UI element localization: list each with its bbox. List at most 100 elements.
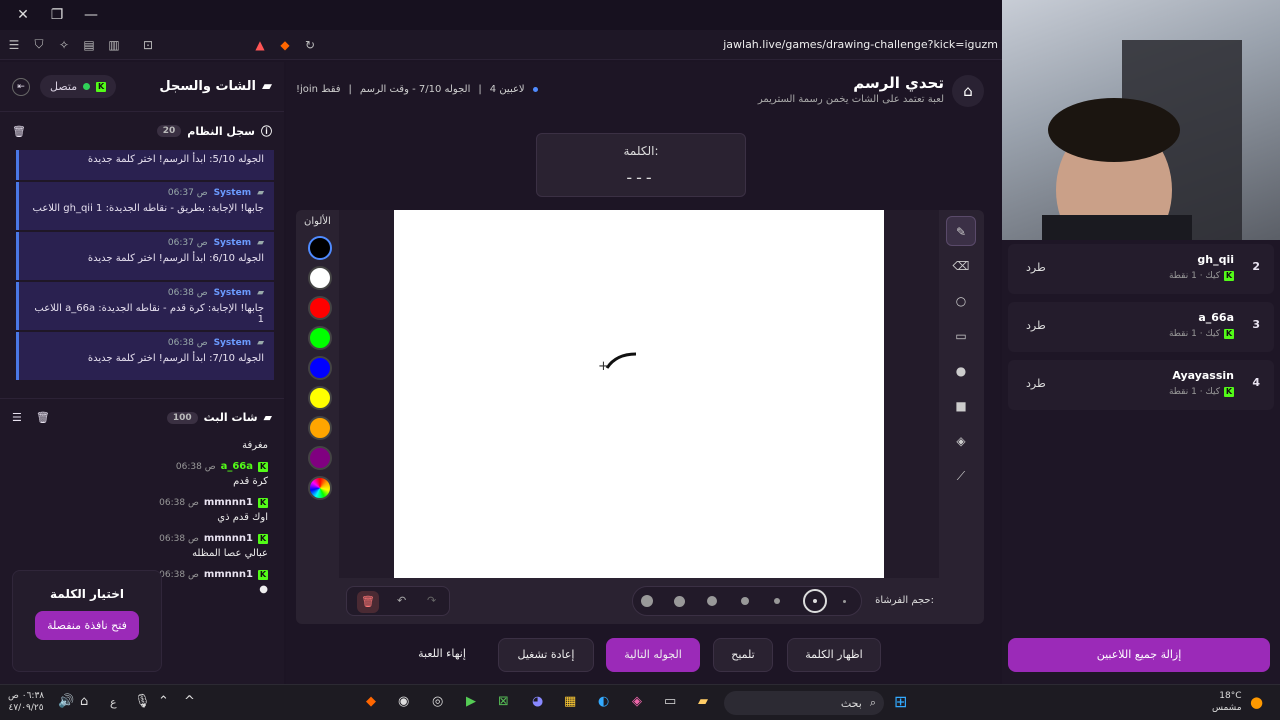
taskview-icon[interactable]: ▭ [664,694,676,709]
weather-label[interactable]: مشمس [1212,703,1242,713]
kick-player-button[interactable]: طرد [1026,377,1046,390]
system-log-list[interactable]: الجوله 5/10: ابدأ الرسم! اختر كلمة جديدة… [0,150,284,398]
join-info: !join فقط [296,84,341,95]
circle-icon[interactable]: ○ [946,286,976,316]
game-title: تحدي الرسم [853,74,944,92]
color-swatch[interactable] [308,326,332,350]
color-swatch[interactable] [308,296,332,320]
drawing-canvas[interactable]: + [394,210,884,578]
undo-icon[interactable]: ↶ [397,594,406,607]
redo-icon[interactable]: ↷ [427,594,436,607]
remove-all-players-button[interactable]: إزالة جميع اللاعبين [1008,638,1270,672]
end-game-button[interactable]: إنهاء اللعبة [402,638,482,672]
message-user[interactable]: mmnnn1 [204,497,253,508]
brush-size-option[interactable] [641,595,653,607]
filled-rectangle-icon[interactable]: ■ [946,391,976,421]
hidden-icons-icon[interactable]: ⌃ [158,694,169,709]
kick-player-button[interactable]: طرد [1026,319,1046,332]
brave-shield-icon[interactable]: ◆ [274,38,296,52]
message-user[interactable]: a_66a [221,461,253,472]
brush-size-option[interactable] [741,597,749,605]
filter-icon[interactable]: ☰ [12,411,22,424]
players-panel: 2 gh_qii كيك · 1 نقطة K طرد 3 a_66a كيك ·… [1002,240,1280,684]
chat-message: 06:38 ص mmnnn1 K اوك قدم ذي [16,497,268,523]
microphone-icon[interactable]: 🎙 [134,694,151,709]
restore-icon[interactable]: ❐ [46,7,68,23]
brush-size-option[interactable] [774,598,780,604]
status-dot [532,87,538,92]
office-icon[interactable]: ◈ [632,694,642,709]
color-swatch[interactable] [308,386,332,410]
trash-icon[interactable]: 🗑 [36,411,50,424]
sidebar-icon[interactable]: ▥ [103,38,125,52]
fill-bucket-icon[interactable]: ◈ [946,426,976,456]
kick-app-icon[interactable]: ▶ [466,694,476,709]
cursor-icon: + [598,359,609,374]
language-indicator[interactable]: ع [110,696,117,709]
collapse-panel-icon[interactable]: ⇤ [12,77,30,96]
edge-icon[interactable]: ◐ [598,694,609,709]
screenshot-icon[interactable]: ⊡ [137,38,159,52]
clock-time[interactable]: ٠٦:٣٨ ص [8,691,44,701]
color-swatch[interactable] [308,356,332,380]
network-icon[interactable]: ⌂ [80,694,88,709]
kick-player-button[interactable]: طرد [1026,261,1046,274]
open-window-button[interactable]: فتح نافذة منفصلة [35,611,139,640]
kick-icon: K [258,497,268,508]
rectangle-icon[interactable]: ▭ [946,321,976,351]
log-item: 06:38 ص System ▰ الجوله 7/10: ابدأ الرسم! ا… [16,332,274,380]
discord-icon[interactable]: ◕ [532,694,543,709]
xbox-icon[interactable]: ⊠ [498,694,509,709]
obs-icon[interactable]: ◎ [432,694,443,709]
round-info: الجوله 7/10 - وقت الرسم [359,84,471,95]
color-swatch[interactable] [308,446,332,470]
connection-status: متصل K [40,75,117,98]
clear-canvas-icon[interactable]: 🗑 [357,591,379,613]
address-bar[interactable]: jawlah.live/games/drawing-challenge?kick… [723,38,998,51]
log-text: الجوله 5/10: ابدأ الرسم! اختر كلمة جديدة [87,154,264,165]
message-user[interactable]: mmnnn1 [204,569,253,580]
store-icon[interactable]: ▦ [564,694,576,709]
brush-size-option[interactable] [674,596,685,607]
steam-icon[interactable]: ◉ [398,694,409,709]
weather-sun-icon[interactable]: ● [1250,693,1263,711]
pencil-icon[interactable]: ✎ [946,216,976,246]
search-box[interactable]: بحث ⌕ [724,691,884,715]
brave-rewards-icon[interactable]: ▲ [249,38,271,52]
filled-circle-icon[interactable]: ● [946,356,976,386]
reload-icon[interactable]: ↻ [299,38,321,52]
start-icon[interactable]: ⊞ [894,692,907,711]
minimize-icon[interactable]: — [80,7,102,23]
extensions-icon[interactable]: ✧ [53,38,75,52]
player-meta: كيك · 1 نقطة [1168,329,1220,339]
weather-temp[interactable]: 18°C [1219,691,1241,701]
eraser-icon[interactable]: ⌫ [946,251,976,281]
shield-icon[interactable]: ⛉ [28,37,50,52]
game-subtitle: لعبة تعتمد على الشات يخمن رسمة الستريمر [757,94,944,105]
tabs-icon[interactable]: ▤ [78,38,100,52]
menu-icon[interactable]: ☰ [3,38,25,52]
color-swatch[interactable] [308,236,332,260]
log-sender: System [213,288,252,298]
restart-button[interactable]: إعادة تشغيل [498,638,594,672]
brave-icon[interactable]: ◆ [366,694,376,709]
reveal-word-button[interactable]: اظهار الكلمة [787,638,881,672]
color-picker-icon[interactable] [308,476,332,500]
clock-date[interactable]: ٤٧/٠٩/٢٥ [9,703,44,713]
brush-size-label: حجم الفرشاة: [875,595,934,606]
hint-button[interactable]: تلميح [713,638,773,672]
brush-size-option[interactable] [843,600,846,603]
brush-size-option[interactable] [707,596,717,606]
close-icon[interactable]: ✕ [12,7,34,23]
log-sender: System [213,338,252,348]
line-icon[interactable]: ⟋ [946,461,976,491]
color-swatch[interactable] [308,266,332,290]
color-swatch[interactable] [308,416,332,440]
player-name: a_66a [1198,311,1234,324]
next-round-button[interactable]: الجوله التالية [606,638,700,672]
explorer-icon[interactable]: ▰ [698,694,708,709]
tray-chevron-icon[interactable]: ^ [184,694,195,709]
message-user[interactable]: mmnnn1 [204,533,253,544]
volume-icon[interactable]: 🔊 [58,694,74,709]
trash-icon[interactable]: 🗑 [12,125,26,138]
